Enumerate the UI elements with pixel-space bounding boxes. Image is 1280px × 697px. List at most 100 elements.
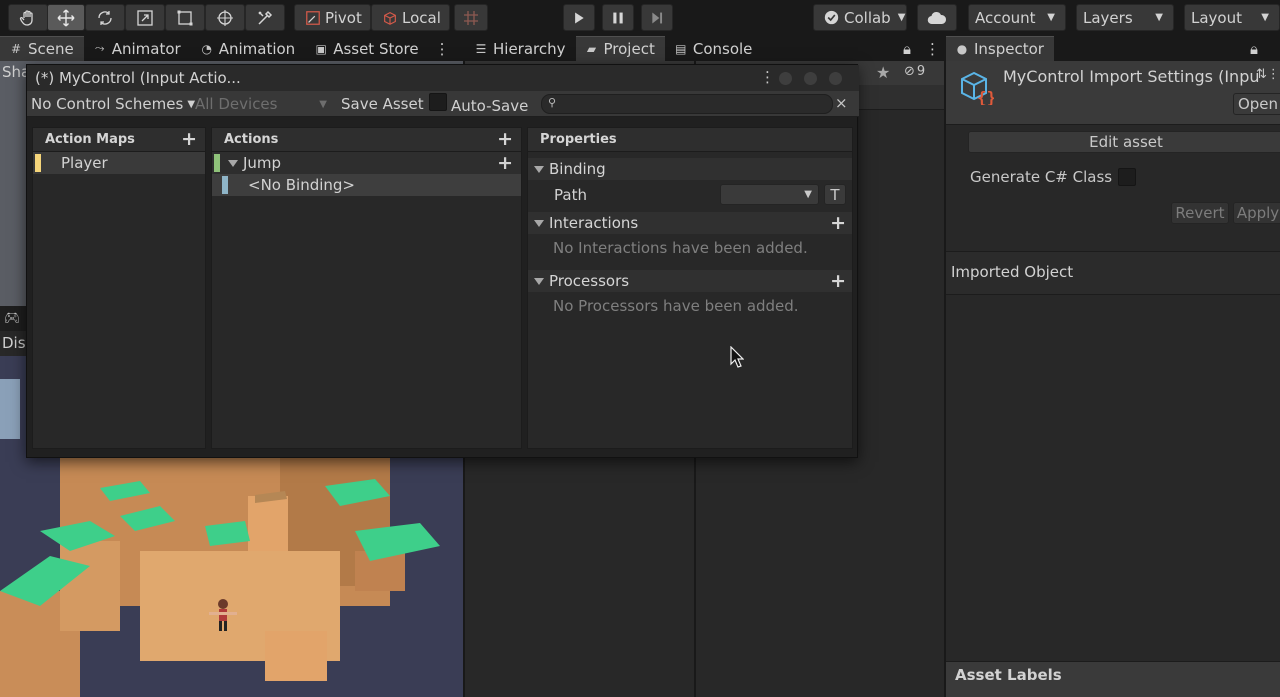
gamepad-icon[interactable]: 🎮︎ [4,311,21,326]
move-tool-icon[interactable] [47,4,85,31]
add-processor-icon[interactable]: + [830,270,846,292]
window-maximize-button[interactable] [804,72,817,85]
add-interaction-icon[interactable]: + [830,212,846,234]
hidden-packages-toggle[interactable]: ⊘ 9 [904,64,925,79]
path-dropdown[interactable]: ▼ [720,184,819,205]
save-asset-button[interactable]: Save Asset [341,93,424,115]
binding-section-label: Binding [549,160,606,178]
hand-icon [19,9,33,26]
processors-section-header[interactable]: Processors + [528,270,852,292]
add-action-map-icon[interactable]: + [181,130,197,149]
tab-menu-icon[interactable]: ⋮ [429,36,456,61]
collab-dropdown[interactable]: Collab ▼ [813,4,907,31]
chevron-down-icon: ▼ [319,98,327,110]
pivot-toggle[interactable]: Pivot [294,4,371,31]
tab-animator[interactable]: ⤳ Animator [84,36,191,61]
tab-console[interactable]: ▤ Console [665,36,763,61]
grid-snap-icon [464,10,478,25]
tab-label: Animator [111,39,181,58]
rect-transform-icon [177,10,193,25]
grid-snap-button[interactable] [454,4,488,31]
add-action-icon[interactable]: + [497,130,513,149]
tab-label: Scene [28,40,74,58]
tab-menu-icon[interactable]: ⋮ [921,36,944,61]
settings-sliders-icon[interactable]: ⇅⋮ [1256,67,1280,82]
chevron-down-icon: ▼ [1155,12,1163,23]
generate-class-checkbox[interactable] [1118,168,1136,186]
tab-animation[interactable]: ◔ Animation [191,36,305,61]
tab-project[interactable]: ▰ Project [575,36,665,61]
window-titlebar[interactable]: (*) MyControl (Input Actio... [27,65,859,91]
bag-icon: ▣ [315,41,327,56]
tab-hierarchy[interactable]: ☰ Hierarchy [465,36,576,61]
add-binding-icon[interactable]: + [497,152,513,174]
rect-tool-icon[interactable] [165,4,205,31]
binding-section-header[interactable]: Binding [528,158,852,180]
console-icon: ▤ [675,41,687,56]
star-icon[interactable]: ★ [876,63,890,82]
auto-save-checkbox[interactable] [429,93,447,111]
path-text-mode-button[interactable]: T [824,184,846,205]
control-schemes-dropdown[interactable]: No Control Schemes ▼ [31,93,195,115]
search-clear-icon[interactable]: × [835,94,848,112]
processors-empty-text: No Processors have been added. [553,297,799,315]
apply-button[interactable]: Apply [1233,202,1280,224]
account-dropdown[interactable]: Account ▼ [968,4,1066,31]
interactions-section-header[interactable]: Interactions + [528,212,852,234]
binding-item[interactable]: <No Binding> [212,174,521,196]
rotate-tool-icon[interactable] [85,4,125,31]
tab-label: Hierarchy [493,39,566,58]
auto-save-label: Auto-Save [451,97,529,115]
action-map-item-player[interactable]: Player [33,152,205,174]
local-toggle[interactable]: Local [371,4,450,31]
mouse-cursor-icon [730,346,744,368]
revert-button[interactable]: Revert [1171,202,1229,224]
path-label: Path [554,186,587,204]
step-button[interactable] [641,4,673,31]
devices-dropdown[interactable]: All Devices ▼ [195,93,327,115]
action-maps-panel: Action Maps + Player [32,127,206,449]
cloud-button[interactable] [917,4,957,31]
binding-color-accent [222,176,228,194]
binding-label: <No Binding> [248,176,355,194]
window-close-button[interactable] [829,72,842,85]
display-partial[interactable]: Dis [2,334,26,352]
devices-label: All Devices [195,95,278,113]
map-color-accent [35,154,41,172]
scale-tool-icon[interactable] [125,4,165,31]
actions-header-label: Actions [224,132,279,147]
lock-icon[interactable]: 🔒︎ [1246,36,1262,61]
asset-labels-label: Asset Labels [955,666,1062,684]
step-icon [652,12,663,23]
control-schemes-label: No Control Schemes [31,95,184,113]
lock-icon[interactable]: 🔒︎ [899,36,915,61]
window-minimize-button[interactable] [779,72,792,85]
tab-inspector[interactable]: ● Inspector [946,36,1054,61]
pause-icon [613,12,623,23]
imported-object-label: Imported Object [951,263,1074,281]
pause-button[interactable] [602,4,634,31]
hand-tool-icon[interactable] [8,4,48,31]
path-row: Path ▼ T [528,180,852,210]
info-icon: ● [956,42,968,56]
layout-dropdown[interactable]: Layout ▼ [1184,4,1280,31]
window-menu-icon[interactable]: ⋮ [760,68,775,86]
open-button[interactable]: Open [1233,93,1280,115]
search-input[interactable] [562,96,822,112]
expand-triangle-icon[interactable] [228,159,238,167]
move-arrows-icon [57,9,75,26]
collab-label: Collab [844,8,891,27]
action-color-accent [214,154,220,172]
edit-asset-button[interactable]: Edit asset [968,131,1280,153]
tab-asset-store[interactable]: ▣ Asset Store [305,36,428,61]
action-maps-header-label: Action Maps [45,132,135,147]
transform-icon [217,9,233,26]
tab-scene[interactable]: # Scene [0,36,84,61]
grid-icon: # [10,42,22,56]
custom-tool-icon[interactable] [245,4,285,31]
layers-dropdown[interactable]: Layers ▼ [1076,4,1174,31]
search-field[interactable]: ⚲ [541,94,833,114]
transform-tool-icon[interactable] [205,4,245,31]
play-button[interactable] [563,4,595,31]
action-item-jump[interactable]: Jump + [212,152,521,174]
